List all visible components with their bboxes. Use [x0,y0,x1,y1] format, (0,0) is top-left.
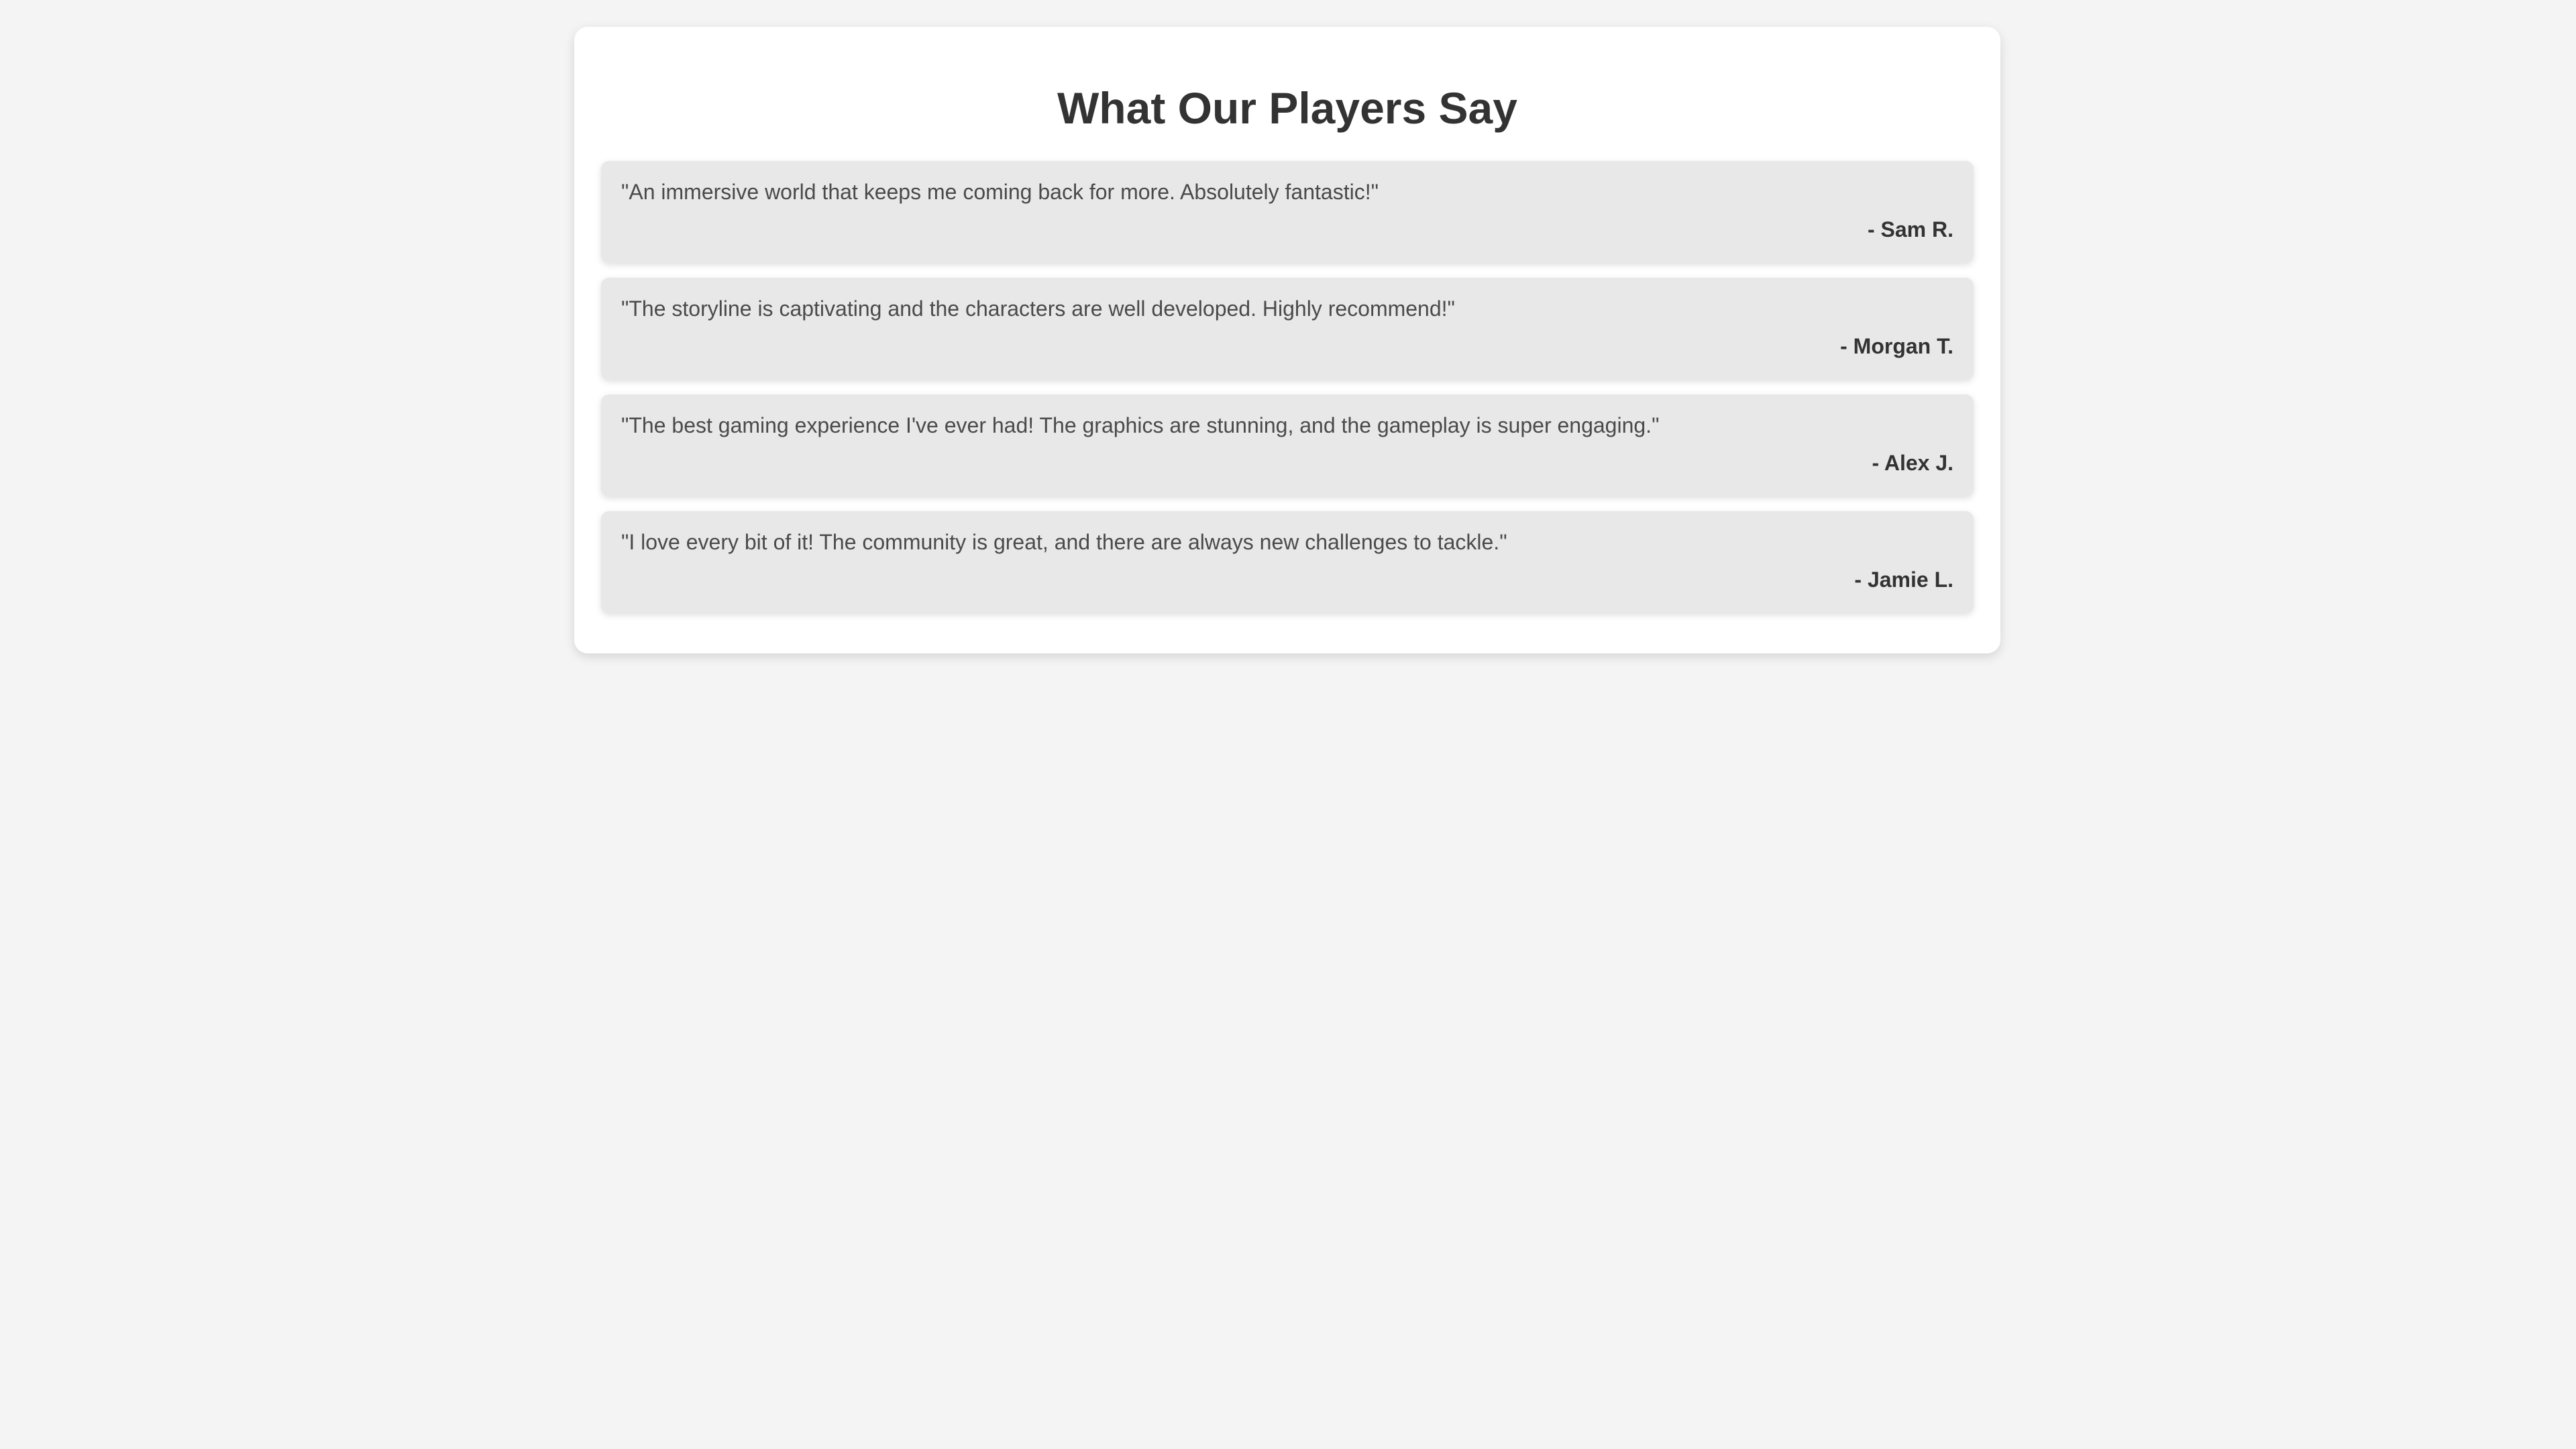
testimonial-author: - Morgan T. [1840,334,1953,358]
testimonial-item: "The storyline is captivating and the ch… [601,278,1974,380]
testimonial-item: "The best gaming experience I've ever ha… [601,394,1974,496]
testimonial-author: - Jamie L. [1854,568,1953,592]
testimonial-item: "An immersive world that keeps me coming… [601,161,1974,263]
testimonials-card: What Our Players Say "An immersive world… [574,27,2000,653]
testimonial-author: - Alex J. [1872,451,1953,475]
testimonial-quote: "The storyline is captivating and the ch… [621,297,1455,321]
testimonial-item: "I love every bit of it! The community i… [601,511,1974,613]
page-title: What Our Players Say [1057,83,1517,133]
testimonial-author: - Sam R. [1867,217,1953,241]
testimonial-quote: "An immersive world that keeps me coming… [621,180,1379,204]
testimonial-list: "An immersive world that keeps me coming… [601,161,1974,613]
testimonial-quote: "The best gaming experience I've ever ha… [621,413,1660,437]
testimonial-quote: "I love every bit of it! The community i… [621,530,1507,554]
